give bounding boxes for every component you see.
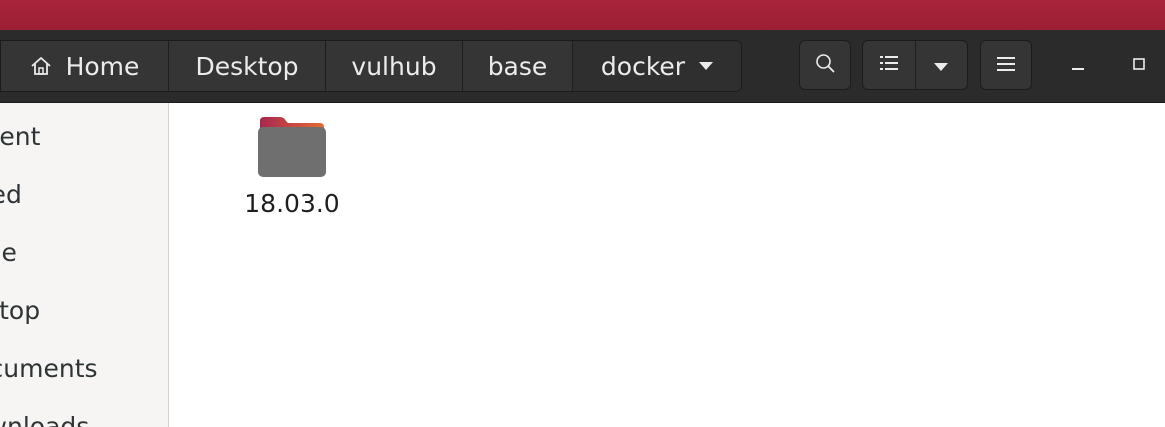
- sidebar-item-label: Documents: [0, 354, 98, 383]
- breadcrumb-base[interactable]: base: [463, 41, 573, 91]
- sidebar-item-documents[interactable]: Documents: [0, 349, 98, 389]
- sidebar-item-downloads[interactable]: Downloads: [0, 407, 89, 427]
- folder-name: 18.03.0: [244, 189, 340, 218]
- breadcrumb-desktop[interactable]: Desktop: [169, 41, 326, 91]
- folder-item[interactable]: 18.03.0: [239, 115, 345, 218]
- sidebar-item-label: Home: [0, 238, 17, 267]
- breadcrumb-desktop-label: Desktop: [195, 51, 299, 81]
- header-toolbar: Home Desktop vulhub base docker: [0, 30, 1165, 103]
- view-options-dropdown-icon: [934, 56, 949, 75]
- dropdown-triangle-icon: [699, 62, 714, 70]
- list-view-button[interactable]: [863, 41, 916, 89]
- sidebar-item-recent[interactable]: Recent: [0, 117, 40, 157]
- folder-icon: [256, 115, 328, 183]
- view-switcher: [862, 40, 968, 90]
- list-view-icon: [879, 55, 898, 75]
- breadcrumb-home-label: Home: [65, 51, 140, 81]
- maximize-button[interactable]: [1124, 50, 1154, 80]
- breadcrumb-docker-label: docker: [600, 51, 686, 81]
- search-button[interactable]: [799, 40, 851, 90]
- sidebar-item-label: Desktop: [0, 296, 41, 325]
- breadcrumb: Home Desktop vulhub base docker: [0, 40, 742, 92]
- search-icon: [815, 53, 835, 77]
- places-sidebar: Recent Starred Home Desktop Documents Do…: [0, 103, 169, 427]
- minimize-button[interactable]: [1063, 50, 1093, 80]
- view-options-button[interactable]: [916, 41, 968, 89]
- home-icon: [30, 56, 52, 76]
- sidebar-item-starred[interactable]: Starred: [0, 175, 22, 215]
- breadcrumb-home[interactable]: Home: [1, 41, 169, 91]
- main-menu-button[interactable]: [980, 40, 1032, 90]
- breadcrumb-base-label: base: [487, 51, 548, 81]
- sidebar-item-home[interactable]: Home: [0, 233, 17, 273]
- sidebar-item-label: Recent: [0, 122, 41, 151]
- title-bar: [0, 0, 1165, 30]
- maximize-icon: [1132, 56, 1146, 75]
- minimize-icon: [1071, 56, 1085, 75]
- sidebar-item-label: Starred: [0, 180, 22, 209]
- sidebar-item-label: Downloads: [0, 412, 90, 427]
- breadcrumb-vulhub[interactable]: vulhub: [326, 41, 463, 91]
- file-view: 18.03.0: [169, 103, 1165, 427]
- breadcrumb-docker[interactable]: docker: [573, 41, 741, 91]
- sidebar-item-desktop[interactable]: Desktop: [0, 291, 40, 331]
- hamburger-menu-icon: [997, 56, 1015, 75]
- breadcrumb-vulhub-label: vulhub: [351, 51, 437, 81]
